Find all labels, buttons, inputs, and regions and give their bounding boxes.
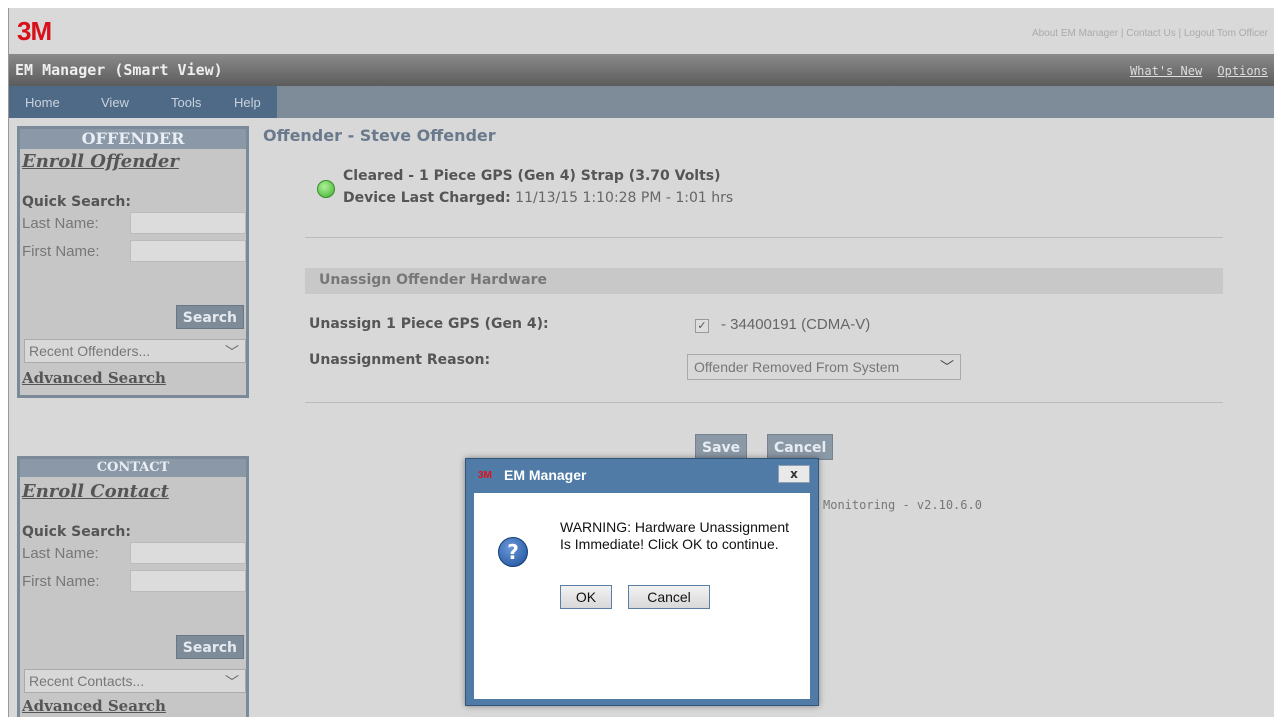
reason-label: Unassignment Reason:: [309, 352, 491, 368]
offender-last-name-input[interactable]: [130, 212, 246, 234]
contact-advanced-search-link[interactable]: Advanced Search: [22, 697, 166, 715]
offender-last-name-label: Last Name:: [22, 215, 99, 232]
contact-quick-search-label: Quick Search:: [22, 524, 131, 540]
last-charged-value: 11/13/15 1:10:28 PM - 1:01 hrs: [515, 190, 734, 206]
offender-panel-header: OFFENDER: [20, 129, 246, 149]
offender-first-name-input[interactable]: [130, 240, 246, 262]
app-title: EM Manager (Smart View): [15, 61, 223, 79]
offender-first-name-row: First Name:: [20, 238, 246, 266]
options-link[interactable]: Options: [1217, 64, 1268, 78]
recent-contacts-value: Recent Contacts...: [29, 673, 145, 689]
confirm-dialog: 3M EM Manager x ? WARNING: Hardware Unas…: [465, 458, 819, 706]
recent-offenders-select[interactable]: Recent Offenders... ﹀: [24, 339, 246, 363]
contact-first-name-input[interactable]: [130, 570, 246, 592]
contact-last-name-label: Last Name:: [22, 545, 99, 562]
contact-panel: CONTACT Enroll Contact Quick Search: Las…: [17, 456, 249, 717]
reason-select[interactable]: Offender Removed From System ﹀: [687, 354, 961, 380]
status-indicator-icon: [317, 180, 335, 198]
dialog-cancel-button[interactable]: Cancel: [628, 585, 710, 609]
offender-panel: OFFENDER Enroll Offender Quick Search: L…: [17, 126, 249, 398]
divider: [305, 402, 1223, 403]
device-id: - 34400191 (CDMA-V): [721, 316, 871, 333]
unassign-checkbox[interactable]: ✓: [695, 319, 709, 333]
version-text: Monitoring - v2.10.6.0: [823, 498, 982, 512]
whats-new-link[interactable]: What's New: [1130, 64, 1202, 78]
divider: [305, 237, 1223, 238]
offender-advanced-search-link[interactable]: Advanced Search: [22, 369, 166, 387]
contact-first-name-label: First Name:: [22, 573, 100, 590]
contact-first-name-row: First Name:: [20, 568, 246, 596]
dialog-ok-button[interactable]: OK: [560, 585, 612, 609]
save-button[interactable]: Save: [695, 434, 748, 460]
reason-value: Offender Removed From System: [694, 359, 900, 375]
section-title: Unassign Offender Hardware: [319, 272, 547, 288]
dialog-close-button[interactable]: x: [778, 465, 810, 483]
menu-tools[interactable]: Tools: [171, 95, 201, 110]
header-links[interactable]: About EM Manager | Contact Us | Logout T…: [1032, 28, 1268, 39]
enroll-contact-link[interactable]: Enroll Contact: [20, 481, 246, 502]
device-status: Cleared - 1 Piece GPS (Gen 4) Strap (3.7…: [343, 168, 721, 184]
app-window: 3M About EM Manager | Contact Us | Logou…: [8, 8, 1274, 717]
contact-panel-header: CONTACT: [20, 459, 246, 477]
page-title: Offender - Steve Offender: [263, 126, 496, 145]
chevron-down-icon: ﹀: [225, 344, 239, 360]
chevron-down-icon: ﹀: [940, 359, 954, 375]
app-titlebar: EM Manager (Smart View) What's New Optio…: [9, 54, 1274, 86]
menu-home[interactable]: Home: [25, 95, 60, 110]
menu-help[interactable]: Help: [234, 95, 261, 110]
contact-last-name-input[interactable]: [130, 542, 246, 564]
brand-logo: 3M: [17, 16, 52, 46]
offender-first-name-label: First Name:: [22, 243, 100, 260]
last-charged-label: Device Last Charged:: [343, 190, 511, 206]
offender-quick-search-label: Quick Search:: [22, 194, 131, 210]
dialog-logo: 3M: [478, 470, 492, 481]
contact-last-name-row: Last Name:: [20, 540, 246, 568]
chevron-down-icon: ﹀: [225, 674, 239, 690]
dialog-body: ? WARNING: Hardware Unassignment Is Imme…: [474, 493, 810, 699]
offender-last-name-row: Last Name:: [20, 210, 246, 238]
dialog-titlebar: 3M EM Manager x: [466, 459, 818, 489]
device-last-charged: Device Last Charged: 11/13/15 1:10:28 PM…: [343, 190, 733, 206]
dialog-title: EM Manager: [504, 467, 587, 483]
title-links: What's New Options: [1122, 64, 1268, 78]
menu-bar: Home View Tools Help: [9, 86, 1274, 118]
dialog-message: WARNING: Hardware Unassignment Is Immedi…: [560, 519, 789, 552]
question-icon: ?: [498, 537, 528, 567]
unassign-label: Unassign 1 Piece GPS (Gen 4):: [309, 316, 549, 332]
contact-search-button[interactable]: Search: [175, 635, 244, 659]
enroll-offender-link[interactable]: Enroll Offender: [20, 151, 246, 172]
recent-offenders-value: Recent Offenders...: [29, 343, 151, 359]
top-header: 3M About EM Manager | Contact Us | Logou…: [9, 8, 1274, 54]
unassign-section-header: Unassign Offender Hardware: [305, 268, 1223, 294]
cancel-button[interactable]: Cancel: [767, 434, 834, 460]
recent-contacts-select[interactable]: Recent Contacts... ﹀: [24, 669, 246, 693]
offender-search-button[interactable]: Search: [175, 305, 244, 329]
menu-view[interactable]: View: [101, 95, 129, 110]
